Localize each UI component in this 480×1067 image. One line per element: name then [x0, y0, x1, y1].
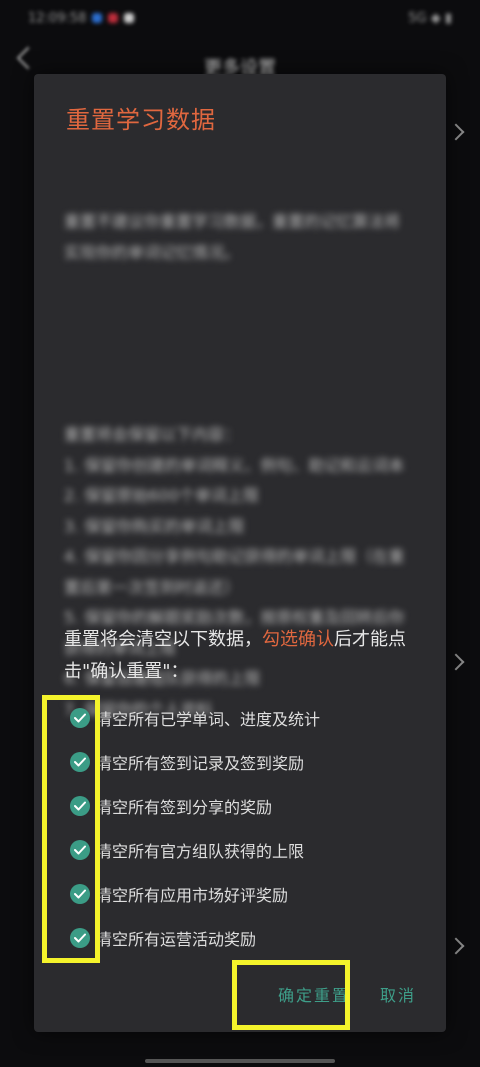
status-bar: 12:09:58 5G ◆ ▮ — [0, 0, 480, 36]
clear-intro-text: 重置将会清空以下数据，勾选确认后才能点击"确认重置"： — [64, 624, 424, 688]
checklist-item[interactable]: 清空所有应用市场好评奖励 — [70, 872, 430, 916]
notification-icon — [124, 13, 135, 23]
checklist-label: 清空所有签到分享的奖励 — [96, 798, 273, 817]
chevron-right-icon — [447, 653, 465, 671]
checklist-item[interactable]: 清空所有运营活动奖励 — [70, 916, 430, 960]
checklist-item[interactable]: 清空所有已学单词、进度及统计 — [70, 696, 430, 740]
checklist-item[interactable]: 清空所有官方组队获得的上限 — [70, 828, 430, 872]
dialog-description: 重置不建议你重置学习数据，重置的记忆算法将实现你的单词记忆情况。 重置将会保留以… — [64, 146, 414, 786]
clear-checklist: 清空所有已学单词、进度及统计 清空所有签到记录及签到奖励 清空所有签到分享的奖励… — [70, 696, 430, 960]
home-indicator[interactable] — [145, 1059, 335, 1063]
status-indicators: 5G ◆ ▮ — [408, 10, 452, 26]
confirm-highlight-box — [232, 960, 350, 1030]
checklist-label: 清空所有应用市场好评奖励 — [96, 886, 289, 905]
clear-intro-prefix: 重置将会清空以下数据， — [64, 629, 262, 650]
checklist-label: 清空所有签到记录及签到奖励 — [96, 754, 305, 773]
checklist-label: 清空所有官方组队获得的上限 — [96, 842, 305, 861]
checklist-item[interactable]: 清空所有签到分享的奖励 — [70, 784, 430, 828]
status-time: 12:09:58 — [28, 10, 87, 26]
status-right: 5G ◆ ▮ — [408, 11, 452, 26]
description-paragraph: 重置不建议你重置学习数据，重置的记忆算法将实现你的单词记忆情况。 — [64, 212, 401, 262]
chevron-right-icon — [447, 123, 465, 141]
chevron-right-icon — [447, 937, 465, 955]
checkbox-highlight-box — [42, 695, 100, 963]
notification-icon — [108, 13, 119, 23]
checklist-label: 清空所有已学单词、进度及统计 — [96, 710, 321, 729]
cancel-button[interactable]: 取消 — [380, 982, 416, 1006]
checklist-label: 清空所有运营活动奖励 — [96, 930, 257, 949]
status-left: 12:09:58 — [28, 10, 135, 26]
dialog-title: 重置学习数据 — [66, 106, 216, 134]
notification-icon — [92, 13, 103, 23]
checklist-item[interactable]: 清空所有签到记录及签到奖励 — [70, 740, 430, 784]
clear-intro-accent: 勾选确认 — [262, 629, 334, 650]
screen: 12:09:58 5G ◆ ▮ 更多设置 重置学习数据 重置不建议你重置学习数据… — [0, 0, 480, 1067]
